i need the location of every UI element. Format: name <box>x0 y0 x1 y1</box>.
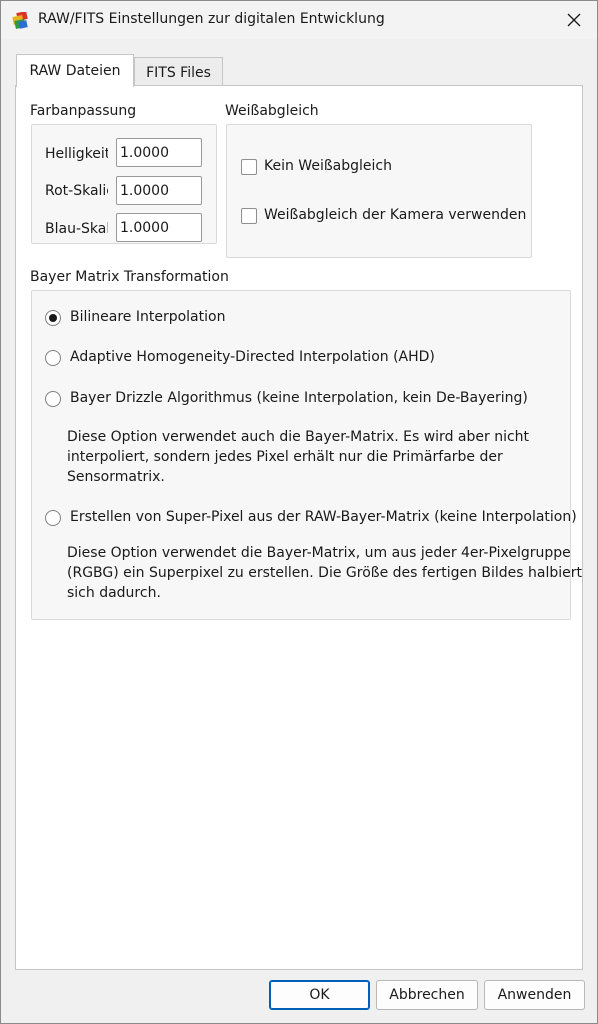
drizzle-description-line: interpoliert, sondern jedes Pixel erhält… <box>67 449 503 465</box>
camera-white-balance-label[interactable]: Weißabgleich der Kamera verwenden <box>264 207 526 223</box>
red-scale-input[interactable] <box>116 176 202 205</box>
bilinear-radio[interactable] <box>45 310 61 326</box>
super-pixel-label[interactable]: Erstellen von Super-Pixel aus der RAW-Ba… <box>70 509 577 525</box>
drizzle-radio[interactable] <box>45 391 61 407</box>
bayer-title: Bayer Matrix Transformation <box>30 269 229 285</box>
blue-scale-input[interactable] <box>116 213 202 242</box>
blue-scale-label: Blau-Skali <box>45 221 108 237</box>
super-pixel-description-line: (RGBG) ein Superpixel zu erstellen. Die … <box>67 565 583 581</box>
no-white-balance-label[interactable]: Kein Weißabgleich <box>264 158 392 174</box>
cancel-button[interactable]: Abbrechen <box>376 980 478 1010</box>
tab-label: RAW Dateien <box>29 63 121 79</box>
drizzle-label[interactable]: Bayer Drizzle Algorithmus (keine Interpo… <box>70 390 528 406</box>
tab-label: FITS Files <box>146 64 211 81</box>
window-title: RAW/FITS Einstellungen zur digitalen Ent… <box>38 11 385 27</box>
brightness-input[interactable] <box>116 138 202 167</box>
drizzle-description-line: Sensormatrix. <box>67 469 165 485</box>
super-pixel-description-line: Diese Option verwendet die Bayer-Matrix,… <box>67 545 571 561</box>
super-pixel-radio[interactable] <box>45 510 61 526</box>
bayer-group: Bilineare Interpolation Adaptive Homogen… <box>31 290 582 620</box>
camera-white-balance-checkbox[interactable] <box>241 208 257 224</box>
app-icon <box>12 11 29 29</box>
color-adjust-title: Farbanpassung <box>30 103 137 119</box>
drizzle-description: Diese Option verwendet auch die Bayer-Ma… <box>67 427 529 487</box>
white-balance-title: Weißabgleich <box>225 103 319 119</box>
drizzle-description-line: Diese Option verwendet auch die Bayer-Ma… <box>67 429 530 445</box>
brightness-label: Helligkeit <box>45 146 108 162</box>
tab-panel-raw: Farbanpassung Helligkeit Rot-Skalie Blau… <box>15 85 583 970</box>
red-scale-label: Rot-Skalie <box>45 183 108 199</box>
super-pixel-description: Diese Option verwendet die Bayer-Matrix,… <box>67 543 582 603</box>
white-balance-group: Kein Weißabgleich Weißabgleich der Kamer… <box>226 124 532 258</box>
color-adjust-group: Helligkeit Rot-Skalie Blau-Skali <box>31 124 217 244</box>
super-pixel-description-line: sich dadurch. <box>67 585 161 601</box>
close-icon <box>567 13 581 27</box>
ahd-radio[interactable] <box>45 350 61 366</box>
dialog-window: RAW/FITS Einstellungen zur digitalen Ent… <box>0 0 598 1024</box>
tab-raw-files[interactable]: RAW Dateien <box>16 54 134 87</box>
no-white-balance-checkbox[interactable] <box>241 159 257 175</box>
title-bar[interactable]: RAW/FITS Einstellungen zur digitalen Ent… <box>1 1 597 39</box>
ahd-label[interactable]: Adaptive Homogeneity-Directed Interpolat… <box>70 349 435 365</box>
apply-button[interactable]: Anwenden <box>484 980 585 1010</box>
bilinear-label[interactable]: Bilineare Interpolation <box>70 309 225 325</box>
ok-button[interactable]: OK <box>269 980 370 1010</box>
close-button[interactable] <box>551 1 597 39</box>
tab-fits-files[interactable]: FITS Files <box>134 57 223 87</box>
